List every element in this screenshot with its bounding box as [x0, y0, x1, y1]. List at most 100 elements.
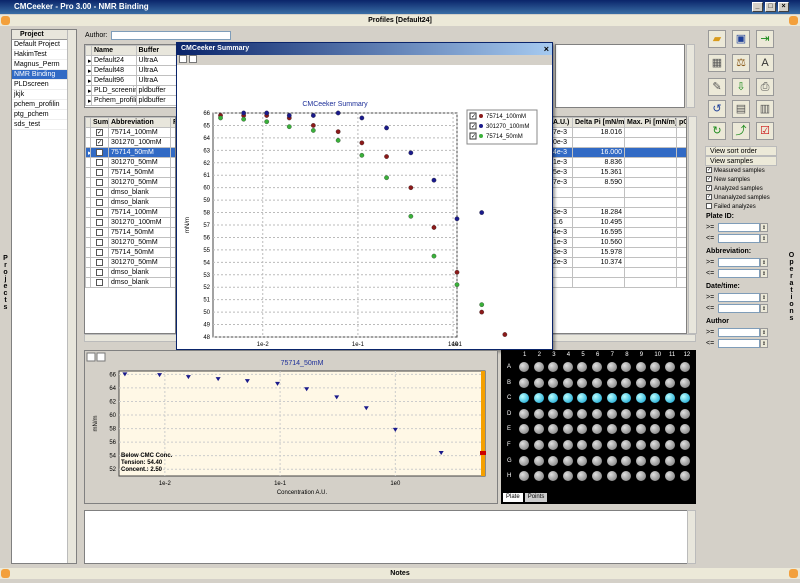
exit-icon[interactable]: ⇥ — [756, 30, 774, 48]
plate-well[interactable] — [548, 377, 559, 388]
plate-well[interactable] — [621, 440, 632, 450]
text-icon[interactable]: A — [756, 54, 774, 72]
plate-well[interactable] — [650, 408, 661, 419]
plate-well[interactable] — [548, 362, 559, 372]
plate-well[interactable] — [519, 455, 529, 466]
summary-checkbox[interactable] — [96, 158, 103, 166]
plate-well[interactable] — [592, 440, 602, 450]
view-option-checkbox[interactable] — [706, 203, 712, 210]
plate-well[interactable] — [635, 377, 646, 388]
plate-well[interactable] — [577, 424, 588, 435]
table-row[interactable]: dmso_blank — [85, 267, 175, 278]
plate-well[interactable] — [533, 455, 544, 466]
plate-well[interactable] — [562, 362, 573, 372]
table-row[interactable]: 75714_50mM — [85, 227, 175, 238]
plate-well[interactable] — [679, 424, 690, 435]
table-row[interactable]: 301270_50mM — [85, 177, 175, 188]
table-row[interactable]: 2e-3 10.374 — [550, 257, 686, 268]
view-option[interactable]: ✓ Unanalyzed samples — [706, 194, 778, 203]
spinner-icon[interactable]: ⇕ — [760, 328, 768, 337]
plate-well[interactable] — [577, 408, 588, 419]
plate-well[interactable] — [577, 377, 588, 388]
plate-well[interactable] — [519, 377, 529, 388]
detail-chart[interactable]: 75714_50mM 52 54 56 58 60 62 64 66 1e-2 1e-1 1e0 Con… — [85, 351, 497, 503]
plate-well[interactable] — [548, 424, 559, 435]
table-row[interactable]: 5e-3 15.361 — [550, 167, 686, 178]
plate-well[interactable] — [519, 362, 529, 372]
plate-well[interactable] — [679, 393, 690, 404]
plate-well[interactable] — [577, 455, 588, 466]
plate-well[interactable] — [650, 362, 661, 372]
plate-icon[interactable]: ▦ — [708, 54, 726, 72]
column-header[interactable]: A.U.) — [550, 117, 573, 128]
plate-well[interactable] — [621, 424, 632, 435]
plate-well[interactable] — [562, 393, 573, 404]
plate-well[interactable] — [606, 424, 617, 435]
summary-checkbox[interactable] — [96, 168, 103, 176]
table-row[interactable]: ✓ 75714_100mM — [85, 127, 175, 138]
summary-chart[interactable]: CMCeeker Summary 48 49 50 51 52 53 54 55 56 57 58 59… — [177, 65, 552, 367]
close-icon[interactable]: × — [544, 43, 549, 55]
plate-well[interactable] — [650, 440, 661, 450]
print-icon[interactable]: ⎙ — [756, 78, 774, 96]
plate-well[interactable] — [635, 408, 646, 419]
plate-well[interactable] — [533, 424, 544, 435]
table-row[interactable]: ✓ 301270_100mM — [85, 137, 175, 148]
spinner-icon[interactable]: ⇕ — [760, 223, 768, 232]
plate-well[interactable] — [606, 377, 617, 388]
plate-well[interactable] — [635, 362, 646, 372]
table-row[interactable]: 1e-3 8.836 — [550, 157, 686, 168]
plate-well[interactable] — [562, 455, 573, 466]
plate-well[interactable] — [635, 440, 646, 450]
table-row[interactable]: ▸ Default96 UltraA — [85, 75, 179, 86]
column-header[interactable]: Buffer — [135, 45, 179, 56]
minimize-button[interactable]: _ — [752, 2, 763, 12]
chart-icon[interactable]: ⤴ — [732, 122, 750, 140]
checklist-icon[interactable]: ☑ — [756, 122, 774, 140]
cmc-limit-bar[interactable] — [481, 371, 485, 476]
plate-well[interactable] — [548, 408, 559, 419]
table-row[interactable] — [550, 187, 686, 198]
column-header[interactable]: Name — [91, 45, 137, 56]
profile-scrollbar[interactable] — [686, 44, 695, 108]
summary-checkbox[interactable] — [96, 198, 103, 206]
zoom-in-icon[interactable] — [86, 352, 96, 362]
plate-well[interactable] — [606, 471, 617, 482]
plate-well[interactable] — [650, 424, 661, 435]
plate-well[interactable] — [665, 377, 675, 388]
column-header[interactable]: Abbreviation — [108, 117, 171, 128]
table-row[interactable] — [550, 267, 686, 278]
view-option-checkbox[interactable]: ✓ — [706, 176, 712, 183]
plate-well[interactable] — [592, 377, 602, 388]
filter-input[interactable] — [718, 328, 760, 337]
sample-scrollbar[interactable] — [688, 116, 697, 334]
table-row[interactable] — [550, 197, 686, 208]
view-samples-button[interactable]: View samples — [705, 156, 777, 166]
spinner-icon[interactable]: ⇕ — [760, 304, 768, 313]
project-scrollbar[interactable] — [67, 30, 76, 563]
filter-input[interactable] — [718, 293, 760, 302]
table-row[interactable]: dmso_blank — [85, 277, 175, 288]
zoom-out-icon[interactable] — [96, 352, 106, 362]
table-row[interactable]: 7e-3 18.016 — [550, 127, 686, 138]
plate-well[interactable] — [606, 408, 617, 419]
plate-well[interactable] — [665, 471, 675, 482]
refresh-icon[interactable]: ↺ — [708, 100, 726, 118]
plate-well[interactable] — [577, 393, 588, 404]
summary-checkbox[interactable] — [96, 248, 103, 256]
table-row[interactable]: 1e-3 10.560 — [550, 237, 686, 248]
plate-well[interactable] — [606, 362, 617, 372]
summary-checkbox[interactable] — [96, 188, 103, 196]
summary-checkbox[interactable]: ✓ — [96, 148, 103, 156]
tab-plate[interactable]: Plate — [503, 493, 523, 502]
operations-side-label[interactable]: Operations — [787, 252, 795, 322]
plate-well[interactable] — [592, 393, 602, 404]
eye-icon[interactable] — [1, 569, 10, 578]
plate-well[interactable] — [665, 408, 675, 419]
plate-well[interactable] — [592, 471, 602, 482]
zoom-in-icon[interactable] — [179, 55, 187, 63]
view-option[interactable]: ✓ New samples — [706, 176, 778, 185]
plate-well[interactable] — [562, 440, 573, 450]
view-option[interactable]: Failed analyzes — [706, 203, 778, 212]
eye-icon[interactable] — [789, 569, 798, 578]
